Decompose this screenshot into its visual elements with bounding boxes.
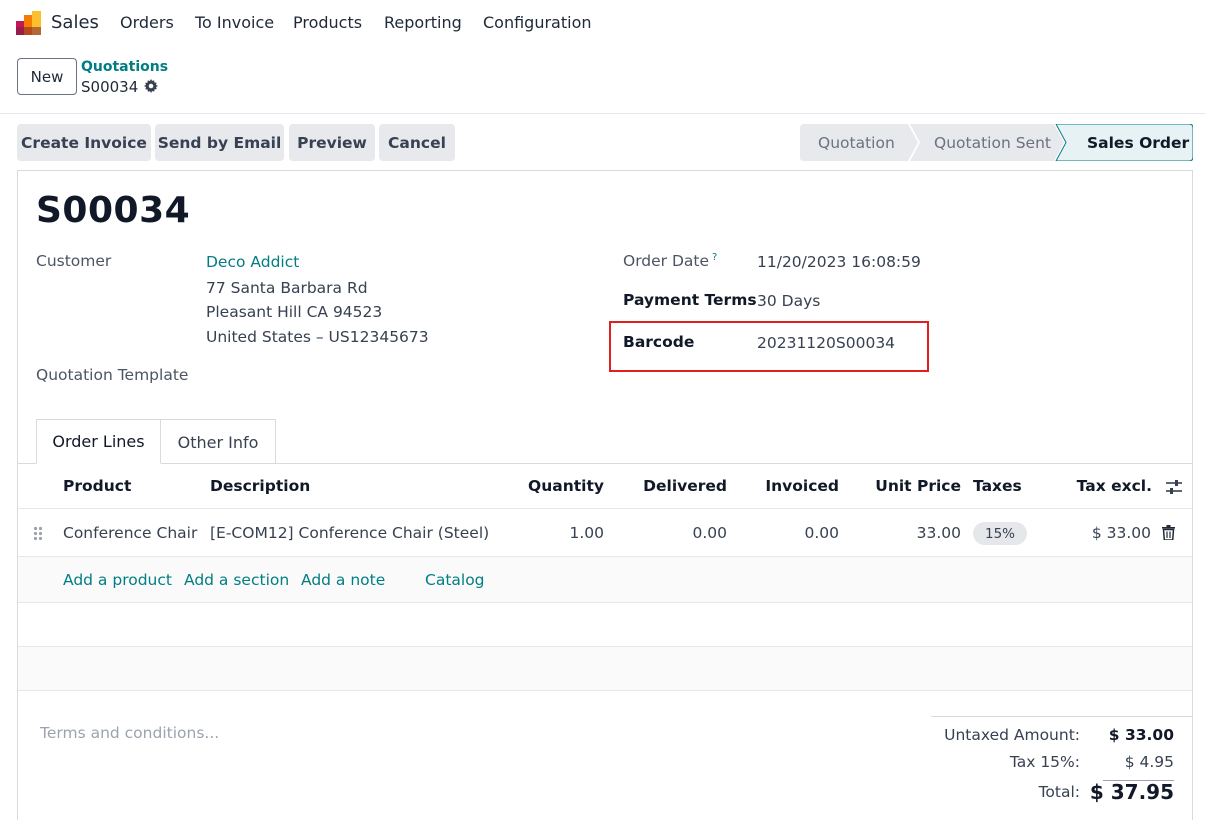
nav-menu-orders[interactable]: Orders bbox=[120, 13, 174, 32]
total-label: Total: bbox=[1038, 783, 1080, 801]
drag-handle-icon[interactable] bbox=[33, 526, 43, 541]
optional-columns-icon[interactable] bbox=[1165, 479, 1183, 495]
tab-order-lines[interactable]: Order Lines bbox=[36, 419, 161, 464]
column-header-description[interactable]: Description bbox=[210, 477, 310, 495]
create-invoice-button[interactable]: Create Invoice bbox=[17, 124, 151, 161]
customer-link[interactable]: Deco Addict bbox=[206, 253, 299, 271]
help-tooltip-icon[interactable]: ? bbox=[712, 252, 717, 263]
column-header-unit-price[interactable]: Unit Price bbox=[875, 477, 961, 495]
gear-icon[interactable] bbox=[144, 79, 158, 93]
add-product-link[interactable]: Add a product bbox=[63, 571, 172, 589]
column-header-taxes[interactable]: Taxes bbox=[973, 477, 1022, 495]
stage-quotation-sent[interactable]: Quotation Sent bbox=[934, 124, 1051, 161]
column-header-invoiced[interactable]: Invoiced bbox=[765, 477, 839, 495]
column-header-delivered[interactable]: Delivered bbox=[643, 477, 727, 495]
row-quantity[interactable]: 1.00 bbox=[569, 524, 604, 542]
record-title: S00034 bbox=[36, 190, 191, 231]
terms-input[interactable]: Terms and conditions... bbox=[40, 724, 219, 742]
barcode-value[interactable]: 20231120S00034 bbox=[757, 334, 895, 352]
row-invoiced[interactable]: 0.00 bbox=[804, 524, 839, 542]
preview-button[interactable]: Preview bbox=[289, 124, 375, 161]
add-section-link[interactable]: Add a section bbox=[184, 571, 289, 589]
send-by-email-button[interactable]: Send by Email bbox=[155, 124, 284, 161]
row-tax-badge[interactable]: 15% bbox=[973, 522, 1027, 545]
order-date-value[interactable]: 11/20/2023 16:08:59 bbox=[757, 253, 921, 271]
table-header-divider bbox=[18, 508, 1192, 509]
form-sheet bbox=[17, 170, 1193, 820]
total-value: $ 37.95 bbox=[1089, 780, 1174, 804]
payment-terms-label: Payment Terms bbox=[623, 291, 757, 309]
customer-address-line3: United States – US12345673 bbox=[206, 328, 429, 346]
table-empty-row bbox=[18, 647, 1192, 690]
nav-menu-to-invoice[interactable]: To Invoice bbox=[195, 13, 274, 32]
row-delivered[interactable]: 0.00 bbox=[692, 524, 727, 542]
table-empty-row-divider bbox=[18, 602, 1192, 603]
nav-menu-products[interactable]: Products bbox=[293, 13, 362, 32]
add-note-link[interactable]: Add a note bbox=[301, 571, 385, 589]
cancel-button[interactable]: Cancel bbox=[379, 124, 455, 161]
status-bar: Quotation Quotation Sent Sales Order bbox=[800, 124, 1193, 161]
order-date-label: Order Date? bbox=[623, 252, 718, 271]
column-header-tax-excl[interactable]: Tax excl. bbox=[1077, 477, 1152, 495]
breadcrumb-current-record: S00034 bbox=[81, 78, 139, 96]
quotation-template-label: Quotation Template bbox=[36, 366, 189, 384]
tax-label: Tax 15%: bbox=[1009, 753, 1080, 771]
row-subtotal: $ 33.00 bbox=[1091, 524, 1151, 542]
column-header-product[interactable]: Product bbox=[63, 477, 131, 495]
sales-app-icon[interactable] bbox=[16, 11, 41, 35]
payment-terms-value[interactable]: 30 Days bbox=[757, 292, 820, 310]
row-description[interactable]: [E-COM12] Conference Chair (Steel) bbox=[210, 524, 489, 542]
stage-sales-order[interactable]: Sales Order bbox=[1087, 124, 1189, 161]
stage-quotation[interactable]: Quotation bbox=[818, 124, 895, 161]
customer-label: Customer bbox=[36, 252, 112, 270]
table-bottom-divider bbox=[18, 690, 1192, 691]
totals-divider bbox=[931, 716, 1192, 717]
nav-menu-configuration[interactable]: Configuration bbox=[483, 13, 592, 32]
new-button[interactable]: New bbox=[17, 58, 77, 95]
row-product[interactable]: Conference Chair bbox=[63, 524, 197, 542]
tab-other-info[interactable]: Other Info bbox=[160, 419, 276, 464]
untaxed-amount-value: $ 33.00 bbox=[1108, 726, 1174, 744]
barcode-label: Barcode bbox=[623, 333, 695, 351]
app-name[interactable]: Sales bbox=[51, 12, 99, 33]
customer-address-line1: 77 Santa Barbara Rd bbox=[206, 279, 368, 297]
control-panel-divider bbox=[0, 113, 1205, 114]
untaxed-amount-label: Untaxed Amount: bbox=[944, 726, 1080, 744]
catalog-link[interactable]: Catalog bbox=[425, 571, 485, 589]
tax-value: $ 4.95 bbox=[1124, 753, 1174, 771]
customer-address-line2: Pleasant Hill CA 94523 bbox=[206, 303, 383, 321]
breadcrumb-quotations[interactable]: Quotations bbox=[81, 59, 168, 75]
nav-menu-reporting[interactable]: Reporting bbox=[384, 13, 462, 32]
row-unit-price[interactable]: 33.00 bbox=[917, 524, 961, 542]
trash-icon[interactable] bbox=[1162, 525, 1175, 540]
column-header-quantity[interactable]: Quantity bbox=[528, 477, 604, 495]
